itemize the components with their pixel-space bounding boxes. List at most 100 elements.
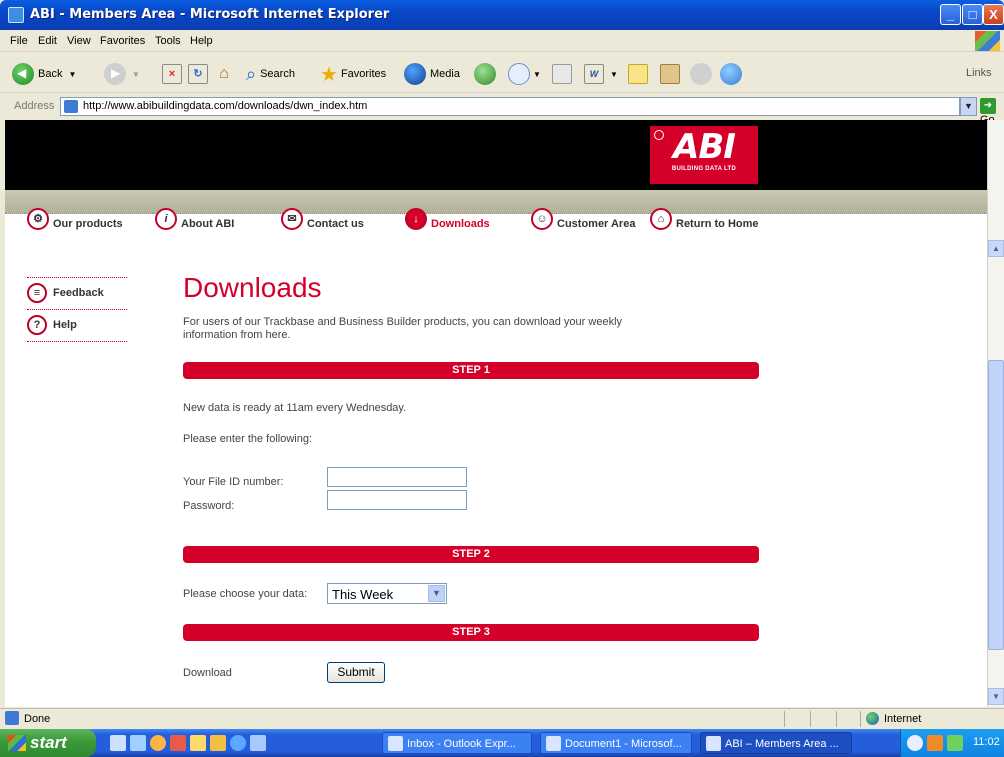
address-label: Address bbox=[14, 100, 55, 112]
close-button[interactable]: X bbox=[983, 4, 1004, 25]
home-button[interactable]: ⌂ bbox=[214, 61, 234, 87]
media-button[interactable]: Media bbox=[404, 61, 460, 87]
nav-downloads[interactable]: ↓ Downloads bbox=[405, 208, 490, 230]
favorites-button[interactable]: ★ Favorites bbox=[320, 61, 386, 87]
quicklaunch-app-icon[interactable] bbox=[250, 735, 266, 751]
nav-customer-area[interactable]: ☺ Customer Area bbox=[531, 208, 635, 230]
maximize-button[interactable]: □ bbox=[962, 4, 983, 25]
scroll-down-icon[interactable]: ▼ bbox=[988, 688, 1004, 705]
scroll-up-icon[interactable]: ▲ bbox=[988, 240, 1004, 257]
nav-contact-us[interactable]: ✉ Contact us bbox=[281, 208, 364, 230]
help-icon: ? bbox=[27, 314, 47, 335]
nav-return-home[interactable]: ⌂ Return to Home bbox=[650, 208, 759, 230]
menu-view[interactable]: View bbox=[67, 35, 91, 47]
back-button[interactable]: Back ▼ bbox=[12, 61, 76, 87]
printer-icon bbox=[552, 64, 572, 84]
tray-network-icon[interactable] bbox=[947, 735, 963, 751]
go-arrow-icon: ➜ bbox=[980, 98, 996, 114]
show-desktop-icon[interactable] bbox=[110, 735, 126, 751]
quicklaunch-app-icon[interactable] bbox=[150, 735, 166, 751]
abi-logo[interactable]: ABI BUILDING DATA LTD bbox=[650, 126, 758, 184]
file-id-field[interactable] bbox=[327, 467, 467, 487]
vertical-scrollbar[interactable]: ▲ ▼ bbox=[987, 120, 1004, 707]
messenger-button[interactable] bbox=[690, 61, 712, 87]
status-divider bbox=[784, 711, 785, 727]
stop-button[interactable]: × bbox=[162, 61, 182, 87]
submit-button[interactable]: Submit bbox=[327, 662, 385, 683]
quicklaunch-app-icon[interactable] bbox=[130, 735, 146, 751]
window-title: ABI - Members Area - Microsoft Internet … bbox=[30, 7, 390, 22]
tray-app-icon[interactable] bbox=[927, 735, 943, 751]
task-ie[interactable]: ABI – Members Area ... bbox=[700, 732, 852, 754]
sidebar-item-label: Feedback bbox=[53, 286, 104, 299]
refresh-icon: ↻ bbox=[188, 64, 208, 84]
windows-logo-icon bbox=[975, 31, 1000, 51]
address-dropdown-button[interactable]: ▼ bbox=[960, 97, 977, 116]
task-outlook[interactable]: Inbox - Outlook Expr... bbox=[382, 732, 532, 754]
person-icon: ☺ bbox=[531, 208, 553, 230]
menu-file[interactable]: File bbox=[10, 35, 28, 47]
minimize-button[interactable]: _ bbox=[940, 4, 961, 25]
contacts-button[interactable] bbox=[720, 61, 742, 87]
download-label: Download bbox=[183, 667, 232, 679]
nav-label: Customer Area bbox=[557, 218, 636, 230]
menu-help[interactable]: Help bbox=[190, 35, 213, 47]
task-label: ABI – Members Area ... bbox=[725, 738, 839, 750]
status-divider bbox=[836, 711, 837, 727]
search-label: Search bbox=[260, 68, 295, 80]
address-input[interactable]: http://www.abibuildingdata.com/downloads… bbox=[60, 97, 960, 116]
sidebar-item-feedback[interactable]: ≡ Feedback bbox=[27, 277, 127, 307]
internet-zone-icon bbox=[866, 712, 879, 725]
status-divider bbox=[860, 711, 861, 727]
history-button[interactable] bbox=[474, 61, 496, 87]
task-word[interactable]: Document1 - Microsof... bbox=[540, 732, 692, 754]
refresh-button[interactable]: ↻ bbox=[188, 61, 208, 87]
clock: 11:02 bbox=[973, 736, 1000, 748]
file-id-label: Your File ID number: bbox=[183, 476, 284, 488]
toolbar: Back ▼ ▼ × ↻ ⌂ ⌕ Search ★ Favorites Medi… bbox=[0, 53, 1004, 93]
search-button[interactable]: ⌕ Search bbox=[246, 61, 295, 87]
chevron-down-icon: ▼ bbox=[68, 69, 77, 79]
title-bar: ABI - Members Area - Microsoft Internet … bbox=[0, 0, 1004, 30]
page-icon bbox=[64, 100, 78, 113]
data-period-select[interactable]: This Week ▼ bbox=[327, 583, 447, 604]
chevron-down-icon: ▼ bbox=[132, 69, 140, 79]
books-icon bbox=[660, 64, 680, 84]
quicklaunch-app-icon[interactable] bbox=[190, 735, 206, 751]
tray-arrow-icon[interactable] bbox=[907, 735, 923, 751]
status-bar: Done Internet bbox=[0, 708, 1004, 728]
mail-button[interactable]: ▼ bbox=[508, 61, 541, 87]
windows-flag-icon bbox=[8, 735, 26, 751]
quicklaunch-app-icon[interactable] bbox=[170, 735, 186, 751]
links-label[interactable]: Links bbox=[966, 67, 992, 79]
address-bar: Address http://www.abibuildingdata.com/d… bbox=[0, 94, 1004, 126]
download-icon: ↓ bbox=[405, 208, 427, 230]
discuss-button[interactable] bbox=[628, 61, 648, 87]
print-button[interactable] bbox=[552, 61, 572, 87]
menu-tools[interactable]: Tools bbox=[155, 35, 181, 47]
logo-subtitle: BUILDING DATA LTD bbox=[671, 166, 737, 172]
nav-label: Downloads bbox=[431, 218, 490, 230]
favorites-label: Favorites bbox=[340, 68, 387, 80]
password-field[interactable] bbox=[327, 490, 467, 510]
nav-label: About ABI bbox=[181, 218, 235, 230]
edit-button[interactable]: W ▼ bbox=[584, 61, 618, 87]
ie-icon[interactable] bbox=[230, 735, 246, 751]
nav-about-abi[interactable]: i About ABI bbox=[155, 208, 234, 230]
menu-edit[interactable]: Edit bbox=[38, 35, 57, 47]
folder-icon[interactable] bbox=[210, 735, 226, 751]
password-label: Password: bbox=[183, 500, 235, 512]
forward-button[interactable]: ▼ bbox=[104, 61, 140, 87]
nav-our-products[interactable]: ⚙ Our products bbox=[27, 208, 123, 230]
sidebar-item-help[interactable]: ? Help bbox=[27, 309, 127, 339]
start-button[interactable]: start bbox=[0, 729, 96, 757]
word-icon: W bbox=[584, 64, 604, 84]
research-button[interactable] bbox=[660, 61, 680, 87]
status-divider bbox=[810, 711, 811, 727]
menu-favorites[interactable]: Favorites bbox=[100, 35, 145, 47]
outlook-icon bbox=[388, 736, 403, 751]
scroll-thumb[interactable] bbox=[988, 360, 1004, 650]
ie-window-icon bbox=[706, 736, 721, 751]
products-icon: ⚙ bbox=[27, 208, 49, 230]
task-label: Document1 - Microsof... bbox=[565, 738, 682, 750]
